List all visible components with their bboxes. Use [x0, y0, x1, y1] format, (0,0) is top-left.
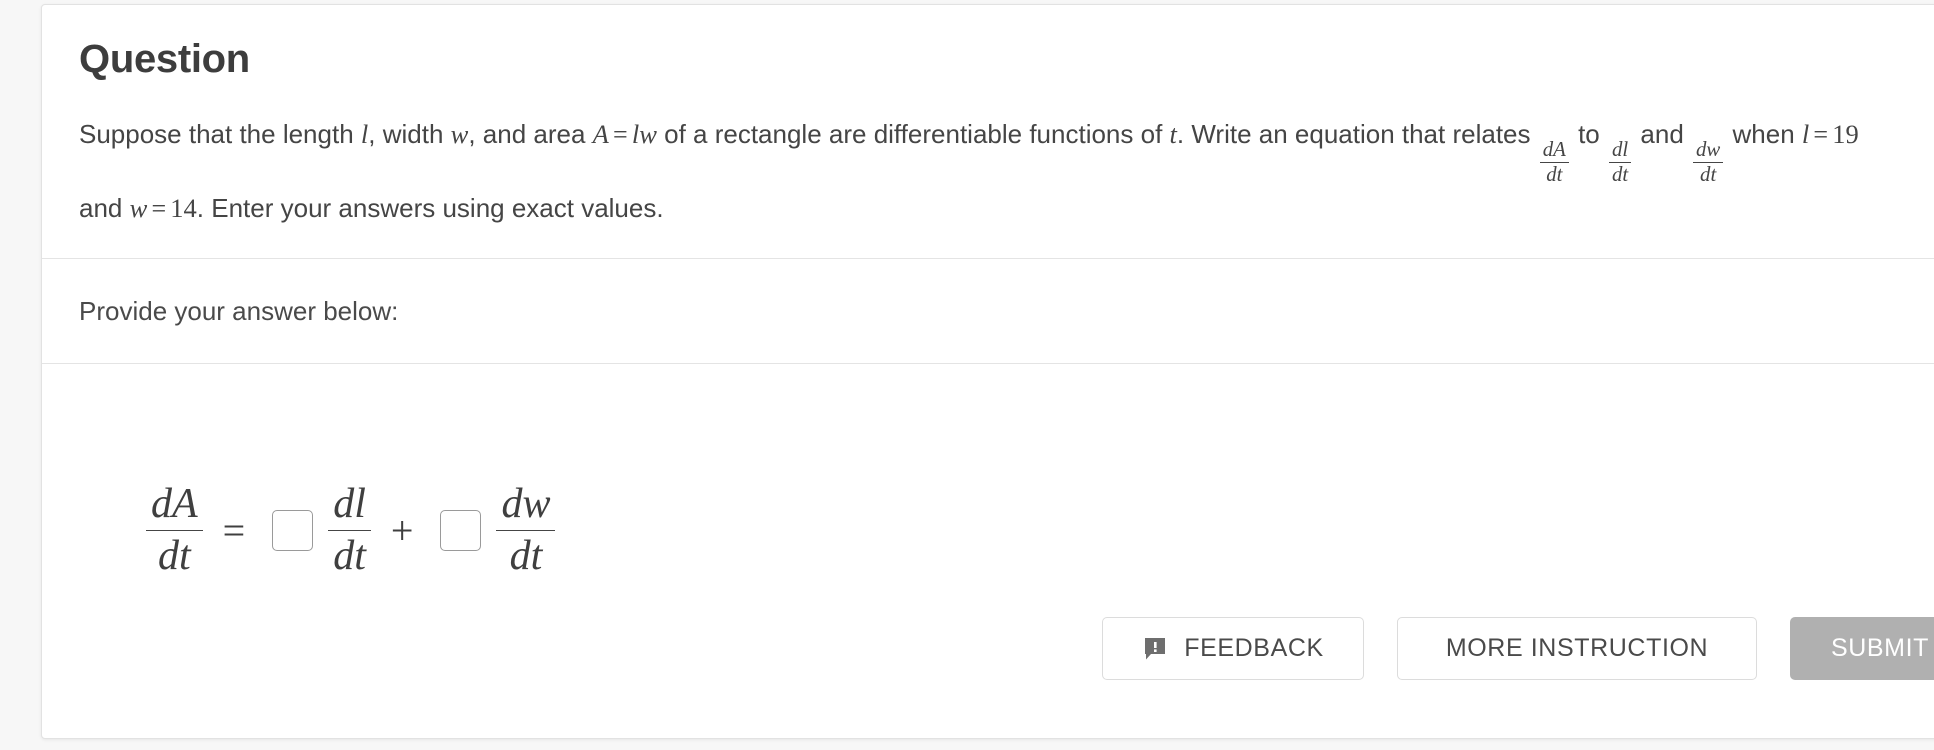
math-var-A: A	[592, 119, 609, 149]
question-text-part: to	[1570, 119, 1607, 149]
math-number-19: 19	[1832, 119, 1859, 149]
provide-answer-section: Provide your answer below:	[42, 259, 1934, 363]
answer-input-dw-coefficient[interactable]	[440, 510, 482, 552]
math-equals: =	[613, 120, 628, 149]
answer-equation: dA dt = dl dt + dw dt	[142, 481, 559, 580]
fraction-numerator: dw	[1693, 138, 1724, 164]
provide-answer-label: Provide your answer below:	[79, 295, 399, 326]
math-fraction-dw-dt: dw dt	[1693, 138, 1724, 187]
answer-input-dl-coefficient[interactable]	[272, 510, 314, 552]
math-var-w-value: w	[129, 192, 148, 223]
question-text-part: and	[79, 192, 130, 223]
math-fraction-dl-dt-answer: dl dt	[328, 481, 371, 580]
question-text-part: Suppose that the length	[79, 119, 361, 149]
page-title: Question	[79, 37, 250, 81]
fraction-numerator: dA	[1539, 138, 1569, 164]
question-text-part: , width	[368, 119, 451, 149]
question-text-part: and	[1633, 119, 1691, 149]
equals-sign: =	[222, 508, 246, 554]
more-instruction-button[interactable]: MORE INSTRUCTION	[1397, 616, 1757, 680]
math-equals: =	[1813, 120, 1829, 149]
submit-button-label: SUBMIT	[1830, 633, 1930, 662]
fraction-denominator: dt	[333, 533, 366, 580]
page-root: Question Suppose that the length l, widt…	[0, 0, 1934, 750]
question-text-part: when	[1725, 119, 1802, 149]
question-text-part: . Write an equation that relates	[1176, 119, 1538, 149]
math-fraction-dl-dt: dl dt	[1608, 138, 1632, 187]
math-equals: =	[151, 193, 167, 223]
fraction-denominator: dt	[1611, 163, 1629, 187]
feedback-button[interactable]: FEEDBACK	[1102, 616, 1364, 680]
fraction-numerator: dw	[496, 481, 556, 532]
action-button-row: FEEDBACK MORE INSTRUCTION SUBMIT	[1102, 616, 1934, 680]
question-text: Suppose that the length l, width w, and …	[79, 113, 1934, 230]
math-number-14: 14	[170, 192, 197, 223]
fraction-numerator: dl	[1608, 138, 1632, 164]
fraction-denominator: dt	[509, 533, 543, 580]
fraction-denominator: dt	[1700, 163, 1717, 187]
feedback-speech-bubble-icon	[1142, 636, 1168, 662]
answer-section: dA dt = dl dt + dw dt FEEDBACK MORE INST…	[42, 364, 1934, 724]
question-section: Question Suppose that the length l, widt…	[42, 5, 1934, 258]
plus-sign: +	[390, 508, 414, 554]
math-expr-lw: lw	[631, 119, 657, 149]
fraction-numerator: dA	[146, 481, 203, 532]
math-fraction-dA-dt: dA dt	[1539, 138, 1569, 187]
submit-button[interactable]: SUBMIT	[1790, 616, 1934, 680]
math-fraction-dA-dt-answer: dA dt	[146, 481, 203, 580]
more-instruction-button-label: MORE INSTRUCTION	[1445, 633, 1709, 662]
question-card: Question Suppose that the length l, widt…	[41, 4, 1934, 739]
math-var-t: t	[1169, 119, 1177, 149]
fraction-numerator: dl	[328, 481, 371, 532]
fraction-denominator: dt	[157, 533, 191, 580]
math-var-w: w	[450, 119, 469, 149]
question-text-part: , and area	[468, 119, 593, 149]
question-text-part: of a rectangle are differentiable functi…	[656, 119, 1170, 149]
math-fraction-dw-dt-answer: dw dt	[496, 481, 556, 580]
fraction-denominator: dt	[1546, 163, 1563, 187]
feedback-button-label: FEEDBACK	[1184, 633, 1324, 662]
question-text-part: . Enter your answers using exact values.	[196, 192, 664, 223]
